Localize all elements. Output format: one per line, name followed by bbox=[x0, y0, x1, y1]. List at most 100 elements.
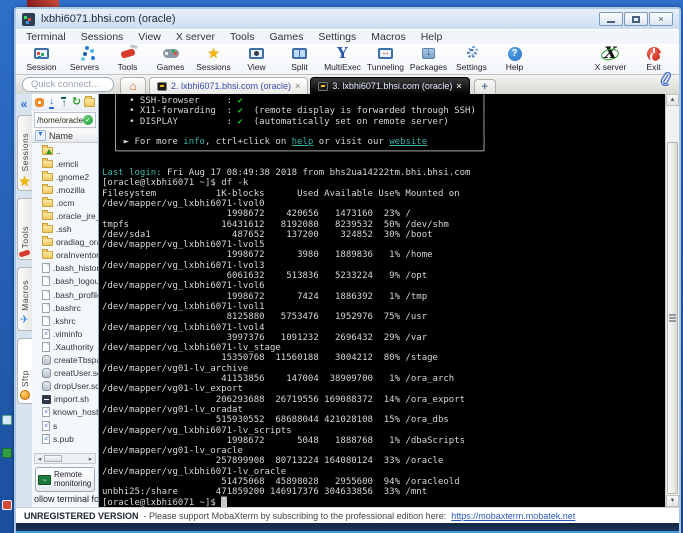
file-row[interactable]: .bash_logout bbox=[32, 275, 98, 288]
h-scrollbar-thumb[interactable] bbox=[44, 455, 62, 462]
toolbar-tools-button[interactable]: Tools bbox=[106, 44, 149, 74]
menu-help[interactable]: Help bbox=[421, 31, 443, 43]
new-tab-button[interactable]: + bbox=[474, 79, 496, 94]
file-row[interactable]: s bbox=[32, 419, 98, 432]
db-icon bbox=[42, 368, 51, 378]
sidebar-tab-sessions[interactable]: Sessions bbox=[17, 115, 32, 191]
refresh-icon[interactable] bbox=[72, 97, 82, 109]
sftp-path[interactable]: /home/oracle/ bbox=[37, 116, 83, 125]
terminal-output[interactable]: │ • SSH-browser : ✔ │ │ • X11-forwarding… bbox=[99, 94, 665, 507]
file-row[interactable]: .viminfo bbox=[32, 327, 98, 340]
menu-view[interactable]: View bbox=[138, 31, 161, 43]
scrollbar-track[interactable] bbox=[666, 106, 679, 495]
horizontal-scrollbar[interactable]: ◂ ▸ bbox=[34, 453, 96, 464]
status-message: - Please support MobaXterm by subscribin… bbox=[144, 511, 447, 521]
sidebar-tab-macros[interactable]: Macros bbox=[17, 267, 32, 331]
menu-macros[interactable]: Macros bbox=[371, 31, 405, 43]
phone-icon[interactable] bbox=[35, 98, 44, 107]
file-row[interactable]: known_hosts bbox=[32, 406, 98, 419]
file-row[interactable]: .bash_history bbox=[32, 262, 98, 275]
tab-close-icon[interactable]: × bbox=[295, 81, 300, 91]
toolbar-multiexec-button[interactable]: MultiExec bbox=[321, 44, 364, 74]
toolbar-packages-button[interactable]: Packages bbox=[407, 44, 450, 74]
menu-sessions[interactable]: Sessions bbox=[81, 31, 124, 43]
file-row[interactable]: .bashrc bbox=[32, 301, 98, 314]
tunneling-icon-box bbox=[378, 46, 393, 61]
toolbar-games-button[interactable]: Games bbox=[149, 44, 192, 74]
toolbar-label: Packages bbox=[410, 62, 447, 72]
toolbar-help-button[interactable]: Help bbox=[493, 44, 536, 74]
xserver-icon bbox=[604, 45, 616, 63]
toolbar-tunneling-button[interactable]: Tunneling bbox=[364, 44, 407, 74]
menu-terminal[interactable]: Terminal bbox=[26, 31, 66, 43]
folder-icon[interactable] bbox=[84, 98, 95, 107]
file-row[interactable]: oradiag_oracle bbox=[32, 236, 98, 249]
upload-icon[interactable] bbox=[59, 97, 69, 109]
collapse-sidebar-button[interactable]: « bbox=[21, 94, 28, 115]
maximize-button[interactable] bbox=[624, 12, 648, 26]
file-icon bbox=[42, 342, 50, 352]
menu-tools[interactable]: Tools bbox=[230, 31, 255, 43]
file-row[interactable]: dropUser.sql bbox=[32, 380, 98, 393]
file-row[interactable]: oraInventory bbox=[32, 249, 98, 262]
file-row[interactable]: .mozilla bbox=[32, 183, 98, 196]
menu-x-server[interactable]: X server bbox=[176, 31, 215, 43]
file-icon bbox=[42, 316, 50, 326]
file-row[interactable]: .oracle_jre_us bbox=[32, 209, 98, 222]
follow-terminal-label: ollow terminal fo bbox=[32, 494, 98, 507]
toolbar-sessions-button[interactable]: Sessions bbox=[192, 44, 235, 74]
sidebar-tab-strip: « Sessions Tools Macros Sftp bbox=[16, 94, 32, 507]
scroll-down-arrow[interactable]: ▼ bbox=[666, 495, 679, 507]
sftp-path-bar[interactable]: /home/oracle/ ✓ bbox=[34, 112, 96, 128]
remote-monitoring-button[interactable]: Remote monitoring bbox=[35, 467, 95, 492]
file-row[interactable]: .bash_profile bbox=[32, 288, 98, 301]
file-icon bbox=[42, 263, 50, 273]
minimize-button[interactable] bbox=[599, 12, 623, 26]
games-icon-box bbox=[163, 46, 179, 61]
toolbar-split-button[interactable]: Split bbox=[278, 44, 321, 74]
terminal-line: │ │ bbox=[102, 127, 665, 137]
toolbar-exit-button[interactable]: Exit bbox=[632, 44, 675, 74]
file-row[interactable]: creatUser.sql bbox=[32, 367, 98, 380]
scroll-right-arrow[interactable]: ▸ bbox=[86, 455, 95, 463]
session-tab-3[interactable]: 3. lxbhi6071.bhsi.com (oracle)× bbox=[310, 77, 469, 94]
menu-settings[interactable]: Settings bbox=[318, 31, 356, 43]
toolbar-servers-button[interactable]: Servers bbox=[63, 44, 106, 74]
file-row[interactable]: .ocm bbox=[32, 196, 98, 209]
close-button[interactable]: × bbox=[649, 12, 673, 26]
folder-icon bbox=[42, 212, 53, 220]
sidebar-tab-sftp[interactable]: Sftp bbox=[17, 338, 32, 404]
file-row[interactable]: .kshrc bbox=[32, 314, 98, 327]
file-row[interactable]: .. bbox=[32, 144, 98, 157]
knife-icon bbox=[18, 249, 30, 257]
home-tab[interactable]: ⌂ bbox=[120, 77, 146, 94]
terminal-line: /dev/mapper/vg_lxbhi6071-lvol0 bbox=[102, 199, 665, 209]
scrollbar-thumb[interactable] bbox=[667, 142, 678, 494]
download-icon[interactable] bbox=[47, 97, 57, 109]
toolbar-session-button[interactable]: Session bbox=[20, 44, 63, 74]
toolbar-x-server-button[interactable]: X server bbox=[589, 44, 632, 74]
file-row[interactable]: .ssh bbox=[32, 223, 98, 236]
paperclip-icon[interactable] bbox=[660, 72, 671, 91]
scroll-up-arrow[interactable]: ▲ bbox=[666, 94, 679, 106]
scroll-left-arrow[interactable]: ◂ bbox=[35, 455, 44, 463]
terminal-line: /dev/mapper/vg_lxbhi6071-lv_stage bbox=[102, 343, 665, 353]
session-tab-2[interactable]: 2. lxbhi6071.bhsi.com (oracle)× bbox=[149, 77, 308, 94]
sidebar-tab-tools[interactable]: Tools bbox=[17, 198, 32, 260]
file-row[interactable]: .gnome2 bbox=[32, 170, 98, 183]
mobatek-link[interactable]: https://mobaxterm.mobatek.net bbox=[451, 511, 575, 521]
file-row[interactable]: .Xauthority bbox=[32, 340, 98, 353]
quick-connect-input[interactable] bbox=[22, 77, 114, 92]
file-row[interactable]: createTbspace bbox=[32, 354, 98, 367]
toolbar-settings-button[interactable]: Settings bbox=[450, 44, 493, 74]
menu-games[interactable]: Games bbox=[269, 31, 303, 43]
file-row[interactable]: s.pub bbox=[32, 432, 98, 445]
plane-icon bbox=[20, 314, 29, 327]
column-header-name[interactable]: ▼ Name bbox=[32, 129, 98, 143]
tab-close-icon[interactable]: × bbox=[456, 81, 461, 91]
file-row[interactable]: import.sh bbox=[32, 393, 98, 406]
servers-icon bbox=[83, 52, 87, 56]
file-row[interactable]: .emcli bbox=[32, 157, 98, 170]
toolbar-view-button[interactable]: View bbox=[235, 44, 278, 74]
vertical-scrollbar[interactable]: ▲ ▼ bbox=[665, 94, 679, 507]
